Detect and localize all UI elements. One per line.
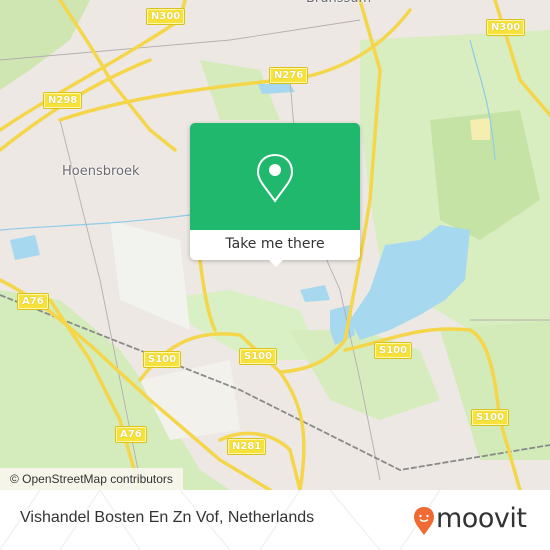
location-popup: Take me there [190,123,360,267]
open-area [110,220,190,330]
place-label: Hoensbroek [62,164,140,179]
lake [10,235,40,260]
road-shield: N276 [270,68,308,83]
popup-header [190,123,360,230]
footer-bar: Vishandel Bosten En Zn Vof, Netherlands … [0,490,550,550]
road-shield: A76 [116,427,146,442]
place-label: Brunssum [306,0,371,6]
road-shield: N281 [228,439,266,454]
road-shield: N298 [44,93,82,108]
road-shield: S100 [144,352,181,367]
road-shield: N300 [147,9,185,24]
popup-pointer [268,259,284,267]
road [278,370,306,490]
road-shield: S100 [375,343,412,358]
take-me-there-button[interactable]: Take me there [190,230,360,260]
stream [0,214,191,231]
map-view[interactable]: Hoensbroek Brunssum N300 N300 N298 N276 … [0,0,550,490]
map-pin-icon [256,153,294,203]
moovit-wordmark: moovit [436,503,527,534]
road-shield: S100 [240,349,277,364]
sand-area [470,118,490,140]
moovit-logo[interactable]: moovit [413,503,538,539]
forest-area [0,0,90,90]
lake [350,225,470,340]
lake [258,84,295,94]
location-title: Vishandel Bosten En Zn Vof, Netherlands [20,509,315,526]
road-shield: N300 [487,20,525,35]
map-attribution[interactable]: © OpenStreetMap contributors [0,468,183,490]
moovit-pin-icon [414,507,434,535]
lake [300,285,330,302]
road-shield: A76 [18,294,48,309]
road-shield: S100 [472,410,509,425]
